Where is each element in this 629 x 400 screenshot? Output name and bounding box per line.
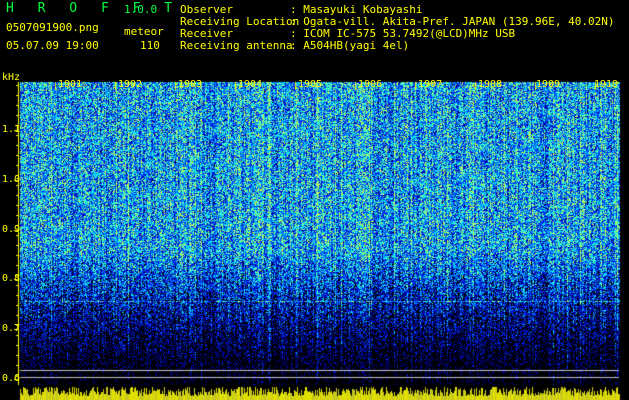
meteor-label: meteor — [124, 25, 164, 38]
x-tick-label: 1907 — [418, 79, 443, 90]
y-tick-label: 0.9 — [2, 224, 21, 235]
datetime: 05.07.09 19:00 — [6, 39, 99, 52]
y-tick-label: 0.8 — [2, 273, 21, 284]
x-tick-label: 1910 — [594, 79, 619, 90]
x-tick-label: 1903 — [178, 79, 203, 90]
x-tick-label: 1904 — [238, 79, 263, 90]
info-label-antenna: Receiving antenna — [180, 39, 293, 52]
x-tick-label: 1902 — [118, 79, 143, 90]
app-version: 1.0.0 — [124, 3, 158, 16]
spectrogram-canvas — [0, 0, 629, 400]
x-tick-label: 1905 — [298, 79, 323, 90]
filename: 0507091900.png — [6, 21, 99, 34]
y-tick-label: 0.7 — [2, 323, 21, 334]
y-tick-label: 0.6 — [2, 373, 21, 384]
y-tick-label: 1.1 — [2, 124, 21, 135]
x-tick-label: 1901 — [58, 79, 83, 90]
y-axis-unit: kHz — [2, 72, 21, 83]
info-value-antenna: : A504HB(yagi 4el) — [290, 39, 410, 52]
meteor-count: 110 — [140, 39, 160, 52]
y-tick-label: 1.0 — [2, 174, 21, 185]
x-tick-label: 1909 — [536, 79, 561, 90]
x-tick-label: 1906 — [358, 79, 383, 90]
x-tick-label: 1908 — [478, 79, 503, 90]
